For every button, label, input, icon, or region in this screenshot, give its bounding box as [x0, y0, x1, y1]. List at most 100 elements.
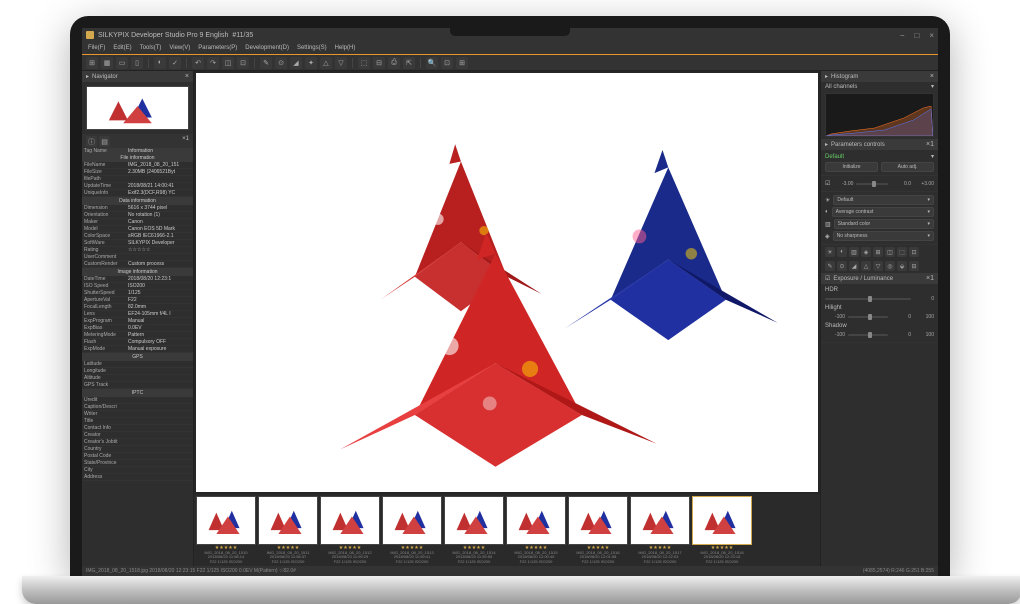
info-expand-icon[interactable]: ×1 — [182, 136, 189, 146]
tool-grid-icon[interactable]: ⊞ — [86, 57, 98, 69]
p-tool-13[interactable]: ▽ — [873, 261, 883, 271]
close-button[interactable]: × — [929, 31, 934, 40]
p-tool-1[interactable]: ☀ — [825, 247, 835, 257]
menu-file[interactable]: File(F) — [88, 45, 105, 51]
menu-settings[interactable]: Settings(S) — [297, 45, 327, 51]
highlight-slider[interactable] — [848, 316, 888, 318]
thumbnail[interactable]: ★★★★★IMG_2018_08_20_15162018/08/20 12:01… — [568, 496, 628, 564]
menu-help[interactable]: Help(H) — [335, 45, 356, 51]
tool-rotate-left-icon[interactable]: ↶ — [192, 57, 204, 69]
info-value: EF24-105mm f/4L I — [126, 311, 193, 317]
info-value — [126, 397, 193, 403]
thumbnail[interactable]: ★★★★★IMG_2018_08_20_15152018/08/20 12:00… — [506, 496, 566, 564]
exposure-slider[interactable] — [856, 183, 888, 185]
ev-max-label: +3.00 — [914, 181, 934, 187]
p-tool-6[interactable]: ◫ — [885, 247, 895, 257]
navigator-close-icon[interactable]: × — [185, 73, 189, 80]
thumbnail[interactable]: ★★★★★IMG_2018_08_20_15122018/08/20 11:59… — [320, 496, 380, 564]
p-tool-2[interactable]: ◐ — [837, 247, 847, 257]
hdr-slider[interactable] — [825, 298, 911, 300]
wb-dropdown[interactable]: Default▾ — [833, 195, 934, 205]
navigator-preview[interactable] — [86, 86, 189, 130]
thumb-exif: F22 1/125 ISO200 — [444, 560, 504, 564]
thumbnail[interactable]: ★★★★★IMG_2018_08_20_15142018/08/20 11:59… — [444, 496, 504, 564]
main-canvas[interactable] — [196, 73, 818, 492]
tool-fit-icon[interactable]: ⊡ — [441, 57, 453, 69]
laptop-notch — [450, 28, 570, 36]
thumb-exif: F22 1/125 ISO200 — [568, 560, 628, 564]
tool-adjust-icon[interactable]: ⊡ — [237, 57, 249, 69]
tool-flag-icon[interactable]: ◐ — [154, 57, 166, 69]
p-tool-15[interactable]: ⬙ — [897, 261, 907, 271]
tool-sharpen-icon[interactable]: △ — [320, 57, 332, 69]
tool-gradient-icon[interactable]: ◢ — [290, 57, 302, 69]
info-value: IMG_2018_08_20_151 — [126, 162, 193, 168]
tool-rotate-right-icon[interactable]: ↷ — [207, 57, 219, 69]
autoadj-button[interactable]: Auto adj. — [881, 162, 934, 172]
tool-nr-icon[interactable]: ▽ — [335, 57, 347, 69]
shadow-slider[interactable] — [848, 334, 888, 336]
channels-label: All channels — [825, 84, 857, 90]
thumbnail[interactable]: ★★★★★IMG_2018_08_20_15102018/08/20 11:58… — [196, 496, 256, 564]
params-close-icon[interactable]: ×1 — [926, 141, 934, 148]
info-tab-icon[interactable]: ⓘ — [86, 136, 97, 147]
thumbnail[interactable]: ★★★★★IMG_2018_08_20_15182018/08/20 12:23… — [692, 496, 752, 564]
tool-preview-icon[interactable]: ▭ — [116, 57, 128, 69]
color-dropdown[interactable]: Standard color▾ — [834, 219, 934, 229]
tool-brush-icon[interactable]: ✎ — [260, 57, 272, 69]
sharpness-dropdown[interactable]: No sharpness▾ — [833, 231, 934, 241]
channels-dropdown-icon[interactable]: ▾ — [931, 83, 934, 90]
info-row: LensEF24-105mm f/4L I — [82, 311, 193, 318]
thumbnail[interactable]: ★★★★★IMG_2018_08_20_15172018/08/20 12:22… — [630, 496, 690, 564]
info-label: MeteringMode — [82, 332, 126, 338]
p-tool-8[interactable]: ⊡ — [909, 247, 919, 257]
info-value — [126, 254, 193, 260]
info-label: GPS Track — [82, 382, 126, 388]
tool-zoom-icon[interactable]: 🔍 — [426, 57, 438, 69]
tool-mark-icon[interactable]: ✓ — [169, 57, 181, 69]
info-label: ApertureVal — [82, 297, 126, 303]
tool-export-icon[interactable]: ⇱ — [403, 57, 415, 69]
info-row: UpdateTime2018/08/21 14:00:41 — [82, 183, 193, 190]
info-row: MakerCanon — [82, 219, 193, 226]
tool-crop-icon[interactable]: ◫ — [222, 57, 234, 69]
exposure-close-icon[interactable]: ×1 — [926, 275, 934, 282]
default-preset[interactable]: Default — [825, 154, 844, 160]
menu-parameters[interactable]: Parameters(P) — [198, 45, 237, 51]
menu-development[interactable]: Development(D) — [245, 45, 289, 51]
p-tool-5[interactable]: ⊞ — [873, 247, 883, 257]
tool-thumbs-icon[interactable]: ▦ — [101, 57, 113, 69]
thumb-exif: F22 1/125 ISO200 — [630, 560, 690, 564]
menu-edit[interactable]: Edit(E) — [113, 45, 131, 51]
menu-view[interactable]: View(V) — [169, 45, 190, 51]
tool-batch-icon[interactable]: ⊟ — [373, 57, 385, 69]
meta-tab-icon[interactable]: ▤ — [99, 136, 110, 147]
p-tool-4[interactable]: ◈ — [861, 247, 871, 257]
info-row: FocalLength82.0mm — [82, 304, 193, 311]
p-tool-10[interactable]: ⊙ — [837, 261, 847, 271]
initialize-button[interactable]: Initialize — [825, 162, 878, 172]
thumbnail[interactable]: ★★★★★IMG_2018_08_20_15112018/08/20 11:58… — [258, 496, 318, 564]
thumbnail[interactable]: ★★★★★IMG_2018_08_20_15132018/08/20 11:59… — [382, 496, 442, 564]
contrast-dropdown[interactable]: Average contrast▾ — [832, 207, 934, 217]
tool-compare-icon[interactable]: ▯ — [131, 57, 143, 69]
p-tool-14[interactable]: ◎ — [885, 261, 895, 271]
preset-dropdown-icon[interactable]: ▾ — [931, 153, 934, 160]
histogram-close-icon[interactable]: × — [930, 73, 934, 80]
info-label: SoftWare — [82, 240, 126, 246]
p-tool-11[interactable]: ◢ — [849, 261, 859, 271]
p-tool-12[interactable]: △ — [861, 261, 871, 271]
p-tool-7[interactable]: ⬚ — [897, 247, 907, 257]
minimize-button[interactable]: − — [900, 31, 905, 40]
tool-dev-icon[interactable]: ⬚ — [358, 57, 370, 69]
menu-tools[interactable]: Tools(T) — [140, 45, 162, 51]
info-row: Country — [82, 446, 193, 453]
tool-100-icon[interactable]: ⊞ — [456, 57, 468, 69]
p-tool-9[interactable]: ✎ — [825, 261, 835, 271]
tool-effects-icon[interactable]: ✦ — [305, 57, 317, 69]
maximize-button[interactable]: □ — [914, 31, 919, 40]
p-tool-16[interactable]: ⊟ — [909, 261, 919, 271]
p-tool-3[interactable]: ▥ — [849, 247, 859, 257]
tool-print-icon[interactable]: ⎙ — [388, 57, 400, 69]
tool-clone-icon[interactable]: ⊙ — [275, 57, 287, 69]
